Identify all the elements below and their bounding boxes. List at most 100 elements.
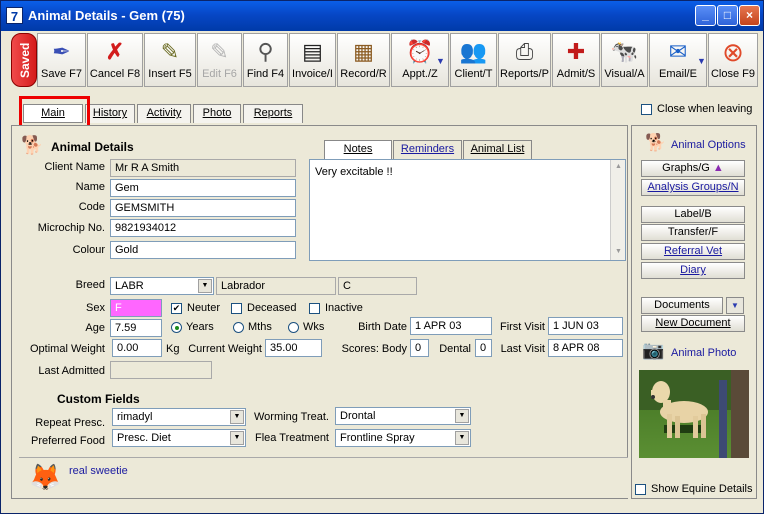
graphs-button[interactable]: Graphs/G ▲ <box>641 160 745 177</box>
sex-field[interactable]: F <box>110 299 162 317</box>
neuter-checkbox[interactable]: ✔ Neuter <box>171 302 220 314</box>
transfer-button[interactable]: Transfer/F <box>641 224 745 241</box>
optimal-weight-field[interactable]: 0.00 <box>112 339 162 357</box>
notes-scrollbar[interactable]: ▲ ▼ <box>610 160 625 260</box>
years-radio[interactable]: Years <box>171 321 214 333</box>
scores-body-field[interactable]: 0 <box>410 339 429 357</box>
close-button[interactable]: ⊗ Close F9 <box>708 33 758 87</box>
visual-button[interactable]: 🐄 Visual/A <box>601 33 648 87</box>
preferred-food-label: Preferred Food <box>31 435 105 447</box>
checkbox-icon <box>635 483 646 495</box>
flea-treatment-select[interactable]: Frontline Spray ▼ <box>335 429 471 447</box>
tab-animal-list[interactable]: Animal List <box>463 140 532 159</box>
diary-button[interactable]: Diary <box>641 262 745 279</box>
checkbox-icon <box>309 302 320 314</box>
insert-pencil-icon: ✎ <box>160 39 180 64</box>
client-button[interactable]: 👥 Client/T <box>450 33 497 87</box>
fox-icon: 🦊 <box>29 462 62 492</box>
tab-history[interactable]: History <box>85 104 135 123</box>
months-radio[interactable]: Mths <box>233 321 272 333</box>
find-button[interactable]: ⚲ Find F4 <box>243 33 288 87</box>
dog-icon: 🐕 <box>21 135 44 155</box>
inactive-checkbox[interactable]: Inactive <box>309 302 363 314</box>
documents-button[interactable]: Documents <box>641 297 723 314</box>
last-visit-label: Last Visit <box>500 343 545 355</box>
admit-button[interactable]: ✚ Admit/S <box>552 33 600 87</box>
tab-activity[interactable]: Activity <box>137 104 191 123</box>
quill-pen-icon: ✒ <box>52 39 71 64</box>
preferred-food-select[interactable]: Presc. Diet ▼ <box>112 429 246 447</box>
radio-icon <box>233 321 244 333</box>
animal-details-heading: Animal Details <box>51 140 134 154</box>
save-button[interactable]: ✒ Save F7 <box>37 33 86 87</box>
chevron-down-icon[interactable]: ▼ <box>697 56 706 66</box>
dental-field[interactable]: 0 <box>475 339 492 357</box>
show-equine-details-checkbox[interactable]: Show Equine Details <box>635 483 753 495</box>
record-button[interactable]: ▦ Record/R <box>337 33 390 87</box>
deceased-checkbox[interactable]: Deceased <box>231 302 297 314</box>
name-label: Name <box>75 181 105 193</box>
code-field[interactable]: GEMSMITH <box>110 199 296 217</box>
invoice-button[interactable]: ▤ Invoice/I <box>289 33 336 87</box>
email-button[interactable]: ✉ Email/E ▼ <box>649 33 707 87</box>
scroll-up-icon[interactable]: ▲ <box>611 160 626 175</box>
close-window-button[interactable]: × <box>739 5 760 26</box>
notes-textarea[interactable]: Very excitable !! ▲ ▼ <box>309 159 626 261</box>
client-name-label: Client Name <box>44 161 105 173</box>
animal-options-link[interactable]: Animal Options <box>671 139 746 151</box>
custom-fields-heading: Custom Fields <box>57 392 140 406</box>
tab-reminders[interactable]: Reminders <box>393 140 462 159</box>
analysis-groups-button[interactable]: Analysis Groups/N <box>641 179 745 196</box>
colour-field[interactable]: Gold <box>110 241 296 259</box>
magnifier-icon: ⚲ <box>257 39 274 64</box>
tab-notes[interactable]: Notes <box>324 140 392 159</box>
alarm-clock-icon: ⏰ <box>406 39 434 64</box>
checkbox-icon <box>641 103 652 115</box>
microchip-label: Microchip No. <box>37 222 105 234</box>
breed-label: Breed <box>75 279 105 291</box>
close-circle-icon: ⊗ <box>722 37 744 67</box>
insert-button[interactable]: ✎ Insert F5 <box>144 33 196 87</box>
cancel-button[interactable]: ✗ Cancel F8 <box>87 33 143 87</box>
label-button[interactable]: Label/B <box>641 206 745 223</box>
name-field[interactable]: Gem <box>110 179 296 197</box>
weeks-radio[interactable]: Wks <box>288 321 324 333</box>
new-document-button[interactable]: New Document <box>641 315 745 332</box>
chevron-down-icon: ▼ <box>455 431 469 445</box>
edit-pencil-icon: ✎ <box>210 39 229 64</box>
edit-button[interactable]: ✎ Edit F6 <box>197 33 242 87</box>
chevron-down-icon[interactable]: ▼ <box>726 297 744 314</box>
breed-name-field: Labrador <box>216 277 336 295</box>
email-icon: ✉ <box>668 39 688 64</box>
referral-vet-button[interactable]: Referral Vet <box>641 243 745 260</box>
reports-button[interactable]: ⎙ Reports/P <box>498 33 551 87</box>
last-visit-field[interactable]: 8 APR 08 <box>548 339 623 357</box>
breed-select[interactable]: LABR ▼ <box>110 277 214 295</box>
maximize-button[interactable]: □ <box>717 5 738 26</box>
app-icon: 7 <box>6 7 23 24</box>
age-field[interactable]: 7.59 <box>110 319 162 337</box>
optimal-weight-label: Optimal Weight <box>30 343 105 355</box>
tab-reports[interactable]: Reports <box>243 104 303 123</box>
repeat-presc-select[interactable]: rimadyl ▼ <box>112 408 246 426</box>
tab-highlight-box <box>19 96 90 128</box>
microchip-field[interactable]: 9821934012 <box>110 219 296 237</box>
last-admitted-field <box>110 361 212 379</box>
chevron-down-icon[interactable]: ▼ <box>436 56 445 66</box>
dental-label: Dental <box>439 343 471 355</box>
birth-date-field[interactable]: 1 APR 03 <box>410 317 492 335</box>
worming-select[interactable]: Drontal ▼ <box>335 407 471 425</box>
appointment-button[interactable]: ⏰ Appt./Z ▼ <box>391 33 449 87</box>
window-title: Animal Details - Gem (75) <box>28 8 185 23</box>
tab-photo[interactable]: Photo <box>193 104 241 123</box>
first-visit-field[interactable]: 1 JUN 03 <box>548 317 623 335</box>
red-x-icon: ✗ <box>105 39 125 64</box>
current-weight-field[interactable]: 35.00 <box>265 339 322 357</box>
animal-options-icon: 🐕 <box>645 133 667 152</box>
title-bar: 7 Animal Details - Gem (75) _ □ × <box>1 1 763 31</box>
close-when-leaving-checkbox[interactable]: Close when leaving <box>641 103 752 115</box>
record-files-icon: ▦ <box>353 39 374 64</box>
minimize-button[interactable]: _ <box>695 5 716 26</box>
animal-photo-link[interactable]: Animal Photo <box>671 347 736 359</box>
scroll-down-icon[interactable]: ▼ <box>611 245 626 260</box>
